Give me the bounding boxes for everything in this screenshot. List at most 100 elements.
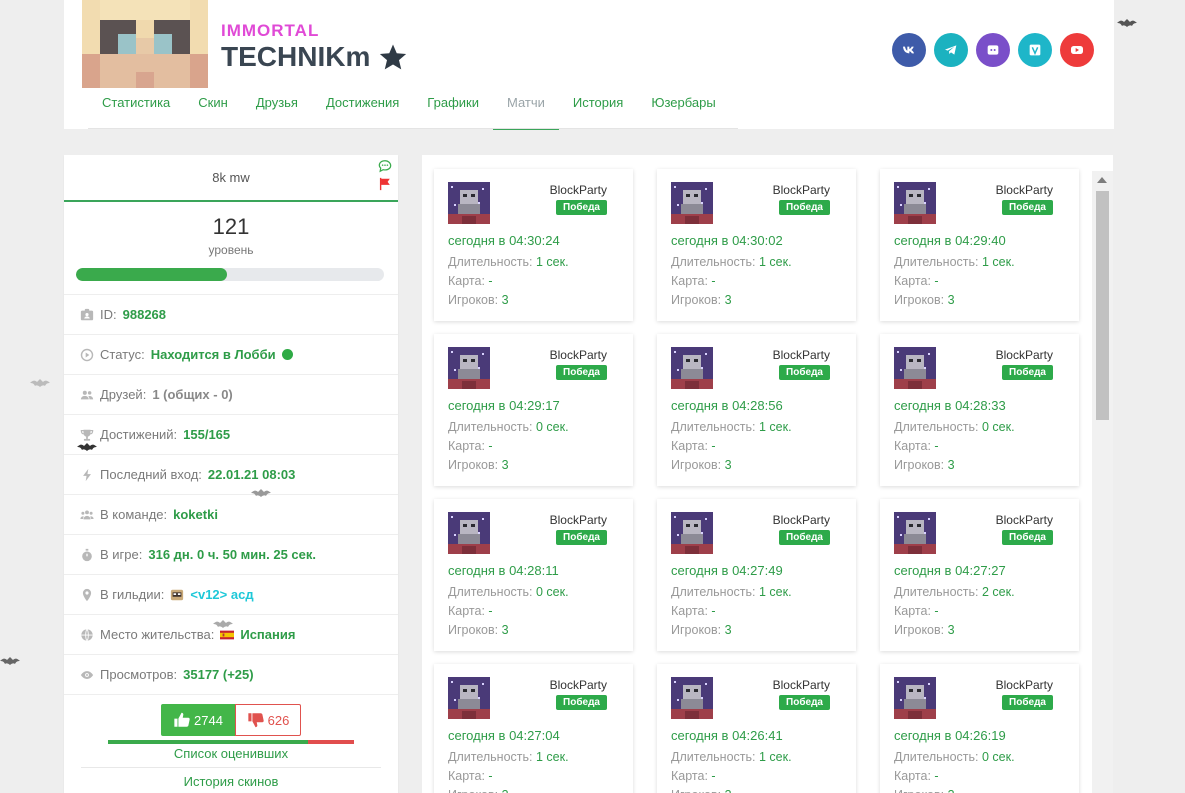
match-card[interactable]: BlockParty Победа сегодня в 04:28:11 Длител… — [434, 499, 633, 651]
player-avatar — [82, 0, 208, 88]
match-players: Игроков: 3 — [671, 623, 732, 637]
match-duration: Длительность: 1 сек. — [448, 750, 569, 764]
friends-value[interactable]: 1 (общих - 0) — [152, 387, 232, 402]
map-label: Карта: — [894, 769, 931, 783]
match-duration: Длительность: 1 сек. — [671, 585, 792, 599]
map-value: - — [934, 274, 939, 288]
youtube-icon[interactable] — [1060, 33, 1094, 67]
map-value: - — [488, 604, 493, 618]
map-value: - — [488, 274, 493, 288]
player-info-card: 8k mw 121 уровень ID: 988268 Статус: Нах… — [64, 155, 398, 793]
play-circle-icon — [80, 348, 94, 361]
match-card[interactable]: BlockParty Победа сегодня в 04:29:17 Длител… — [434, 334, 633, 486]
map-label: Карта: — [448, 274, 485, 288]
row-achievements: Достижений: 155/165 — [64, 415, 398, 455]
views-value: 35177 (+25) — [183, 667, 254, 682]
match-card[interactable]: BlockParty Победа сегодня в 04:27:04 Длител… — [434, 664, 633, 793]
tab-stats[interactable]: Статистика — [88, 84, 184, 130]
map-value: - — [488, 439, 493, 453]
scroll-up-arrow-icon[interactable] — [1097, 177, 1107, 183]
users-icon — [80, 390, 94, 399]
match-card[interactable]: BlockParty Победа сегодня в 04:27:27 Длител… — [880, 499, 1079, 651]
map-label: Карта: — [671, 769, 708, 783]
match-players: Игроков: 3 — [671, 458, 732, 472]
like-button[interactable]: 2744 — [161, 704, 235, 736]
duration-label: Длительность: — [671, 585, 756, 599]
game-thumbnail-icon — [894, 512, 936, 554]
status-actions — [378, 159, 392, 191]
match-card[interactable]: BlockParty Победа сегодня в 04:26:19 Длител… — [880, 664, 1079, 793]
guild-value[interactable]: <v12> асд — [190, 587, 253, 602]
duration-label: Длительность: — [671, 420, 756, 434]
match-card[interactable]: BlockParty Победа сегодня в 04:30:24 Длител… — [434, 169, 633, 321]
bat-decoration-icon — [30, 379, 50, 387]
match-card[interactable]: BlockParty Победа сегодня в 04:26:41 Длител… — [657, 664, 856, 793]
residence-label: Место жительства: — [100, 627, 215, 642]
match-time: сегодня в 04:26:19 — [894, 728, 1006, 743]
match-players: Игроков: 3 — [448, 293, 509, 307]
raters-list-link[interactable]: Список оценивших — [64, 744, 398, 764]
players-value: 3 — [725, 788, 732, 793]
tab-matches[interactable]: Матчи — [492, 84, 559, 130]
match-card[interactable]: BlockParty Победа сегодня в 04:27:49 Длител… — [657, 499, 856, 651]
match-result-badge: Победа — [779, 695, 830, 710]
star-icon — [380, 44, 407, 70]
match-game-name: BlockParty — [995, 348, 1053, 362]
vimeo-icon[interactable] — [1018, 33, 1052, 67]
duration-label: Длительность: — [671, 750, 756, 764]
profile-header: IMMORTAL TECHNIKm Статистика Скин Друзья… — [64, 0, 1114, 130]
tab-charts[interactable]: Графики — [413, 84, 493, 130]
report-flag-icon[interactable] — [378, 177, 392, 191]
rank-label: IMMORTAL — [221, 21, 320, 40]
map-value: - — [934, 439, 939, 453]
team-value[interactable]: koketki — [173, 507, 218, 522]
playtime-value: 316 дн. 0 ч. 50 мин. 25 сек. — [148, 547, 317, 562]
vote-buttons: 2744 626 — [161, 704, 301, 736]
tab-achievements[interactable]: Достижения — [312, 84, 413, 130]
players-value: 3 — [948, 788, 955, 793]
match-game-name: BlockParty — [549, 513, 607, 527]
match-card[interactable]: BlockParty Победа сегодня в 04:29:40 Длител… — [880, 169, 1079, 321]
duration-value: 1 сек. — [758, 750, 792, 764]
tab-userbars[interactable]: Юзербары — [637, 84, 729, 130]
match-duration: Длительность: 0 сек. — [448, 420, 569, 434]
tab-friends[interactable]: Друзья — [242, 84, 312, 130]
map-value: - — [711, 604, 716, 618]
row-status: Статус: Находится в Лобби — [64, 335, 398, 375]
players-label: Игроков: — [671, 788, 721, 793]
telegram-icon[interactable] — [934, 33, 968, 67]
match-time: сегодня в 04:28:33 — [894, 398, 1006, 413]
duration-value: 0 сек. — [535, 420, 569, 434]
matches-scrollbar[interactable] — [1092, 171, 1113, 793]
map-value: - — [488, 769, 493, 783]
spain-flag-icon — [220, 630, 235, 639]
skin-history-link[interactable]: История скинов — [64, 772, 398, 792]
match-time: сегодня в 04:30:24 — [448, 233, 560, 248]
row-views: Просмотров: 35177 (+25) — [64, 655, 398, 695]
map-label: Карта: — [894, 604, 931, 618]
match-map: Карта: - — [671, 274, 716, 288]
map-label: Карта: — [448, 769, 485, 783]
match-duration: Длительность: 0 сек. — [894, 750, 1015, 764]
tab-skin[interactable]: Скин — [184, 84, 242, 130]
scrollbar-thumb[interactable] — [1096, 191, 1109, 420]
dislike-button[interactable]: 626 — [235, 704, 301, 736]
match-map: Карта: - — [671, 604, 716, 618]
discord-icon[interactable] — [976, 33, 1010, 67]
match-game-name: BlockParty — [772, 513, 830, 527]
friends-label: Друзей: — [100, 387, 147, 402]
match-card[interactable]: BlockParty Победа сегодня в 04:30:02 Длител… — [657, 169, 856, 321]
row-friends: Друзей: 1 (общих - 0) — [64, 375, 398, 415]
match-duration: Длительность: 0 сек. — [894, 420, 1015, 434]
comment-icon[interactable] — [378, 159, 392, 173]
last-login-label: Последний вход: — [100, 467, 202, 482]
match-time: сегодня в 04:27:49 — [671, 563, 783, 578]
bolt-icon — [83, 468, 91, 481]
bat-decoration-icon — [1117, 19, 1137, 27]
match-card[interactable]: BlockParty Победа сегодня в 04:28:56 Длител… — [657, 334, 856, 486]
match-time: сегодня в 04:27:04 — [448, 728, 560, 743]
tab-history[interactable]: История — [559, 84, 637, 130]
match-card[interactable]: BlockParty Победа сегодня в 04:28:33 Длител… — [880, 334, 1079, 486]
game-thumbnail-icon — [894, 182, 936, 224]
vk-icon[interactable] — [892, 33, 926, 67]
